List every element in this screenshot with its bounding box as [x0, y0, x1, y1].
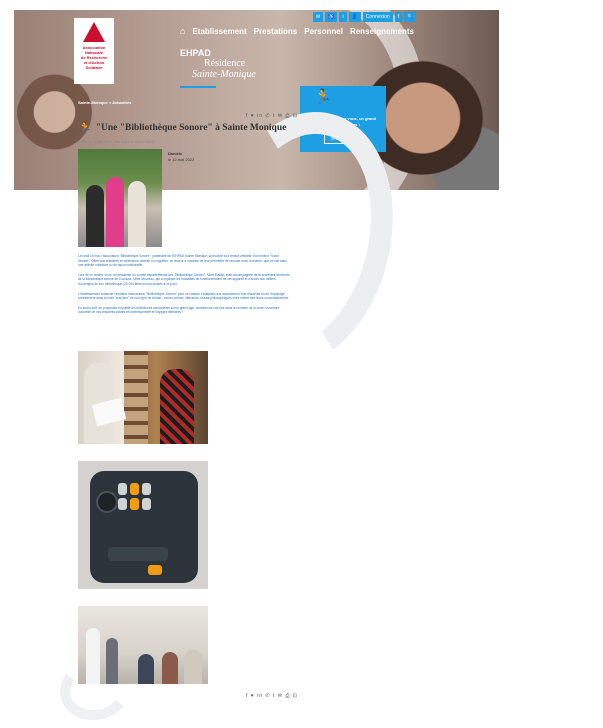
- article-body: Le lundi 15 mai, l'association "Biblioth…: [78, 254, 290, 320]
- main-nav: ⌂ Etablissement Prestations Personnel Re…: [180, 26, 414, 36]
- mail-icon[interactable]: ✉: [313, 12, 324, 22]
- device-buttons: [118, 483, 151, 510]
- article-photo-room: [78, 606, 208, 684]
- hero-title: EHPAD Résidence Sainte-Monique: [180, 48, 256, 88]
- breadcrumb[interactable]: Sainte-Monique > Actualités: [78, 100, 131, 105]
- hero-underline: [180, 86, 216, 88]
- author-date: le 12 mai 2023: [168, 157, 195, 162]
- nav-item-prestations[interactable]: Prestations: [254, 27, 298, 36]
- article-title-row: 🏃 "Une "Bibliothèque Sonore" à Sainte Mo…: [78, 121, 286, 134]
- person-figure: [86, 185, 104, 247]
- device-button: [118, 498, 127, 510]
- home-icon[interactable]: ⌂: [180, 26, 185, 36]
- nav-item-personnel[interactable]: Personnel: [304, 27, 343, 36]
- hero-type: EHPAD: [180, 48, 211, 58]
- running-figure-icon: 🏃: [314, 88, 332, 104]
- article-photo-device: [78, 461, 208, 589]
- search-icon[interactable]: 🔍: [404, 12, 417, 22]
- article-paragraph: L'établissement remercie vivement l'asso…: [78, 291, 290, 301]
- nav-item-etablissement[interactable]: Etablissement: [192, 27, 246, 36]
- person-figure: [106, 177, 124, 247]
- person-figure: [128, 181, 146, 247]
- article-photo-group: [78, 149, 162, 247]
- person-figure: [162, 652, 178, 684]
- article-paragraph: Le lundi 15 mai, l'association "Biblioth…: [78, 254, 287, 268]
- article-paragraph: En avant-soft, en proposant en partie le…: [78, 305, 280, 315]
- device-button: [148, 565, 162, 575]
- running-figure-icon: 🏃: [78, 122, 92, 134]
- logo-line: Solidaire: [85, 65, 103, 70]
- top-utility-bar: ✉ ♿ i 👤 Connexion f 🔍: [313, 12, 417, 22]
- person-figure: [184, 650, 202, 684]
- user-icon[interactable]: 👤: [348, 12, 361, 22]
- article-paragraph: Lors de ce rendez-vous, la présidente du…: [78, 272, 290, 286]
- info-icon[interactable]: i: [339, 12, 347, 22]
- speaker-icon: [96, 491, 118, 513]
- device-button: [142, 498, 151, 510]
- person-figure: [86, 628, 100, 684]
- device-button: [118, 483, 127, 495]
- hero-residence: Résidence: [204, 58, 246, 69]
- article-photo-reading: [78, 351, 208, 444]
- device-panel: [108, 547, 168, 561]
- device-button: [130, 498, 139, 510]
- person-figure: [138, 654, 154, 684]
- login-link[interactable]: Connexion: [362, 12, 393, 22]
- accessibility-icon[interactable]: ♿: [325, 12, 338, 22]
- author-block: Danièle le 12 mai 2023: [168, 151, 194, 163]
- article-title: "Une "Bibliothèque Sonore" à Sainte Moni…: [95, 122, 287, 133]
- association-logo[interactable]: Association Nationale de Recherche et d'…: [74, 18, 114, 84]
- device-button: [142, 483, 151, 495]
- device-button: [130, 483, 139, 495]
- publication-date: Publié le 14 juin 2023 - Mis à jour le 1…: [78, 140, 154, 144]
- hero-name: Sainte-Monique: [192, 69, 256, 80]
- facebook-icon[interactable]: f: [394, 12, 403, 22]
- bookshelf: [124, 351, 148, 444]
- logo-mark-icon: [83, 22, 105, 42]
- person-figure: [160, 369, 194, 444]
- person-figure: [106, 638, 118, 684]
- share-icons-bottom[interactable]: f ♥ in ✆ t ✉ ⎙ ⊡: [246, 693, 298, 699]
- share-icons[interactable]: f ♥ in ✆ t ✉ ⎙ ⊡: [246, 113, 298, 119]
- author-name: Danièle: [168, 151, 183, 156]
- nav-item-renseignements[interactable]: Renseignements: [350, 27, 414, 36]
